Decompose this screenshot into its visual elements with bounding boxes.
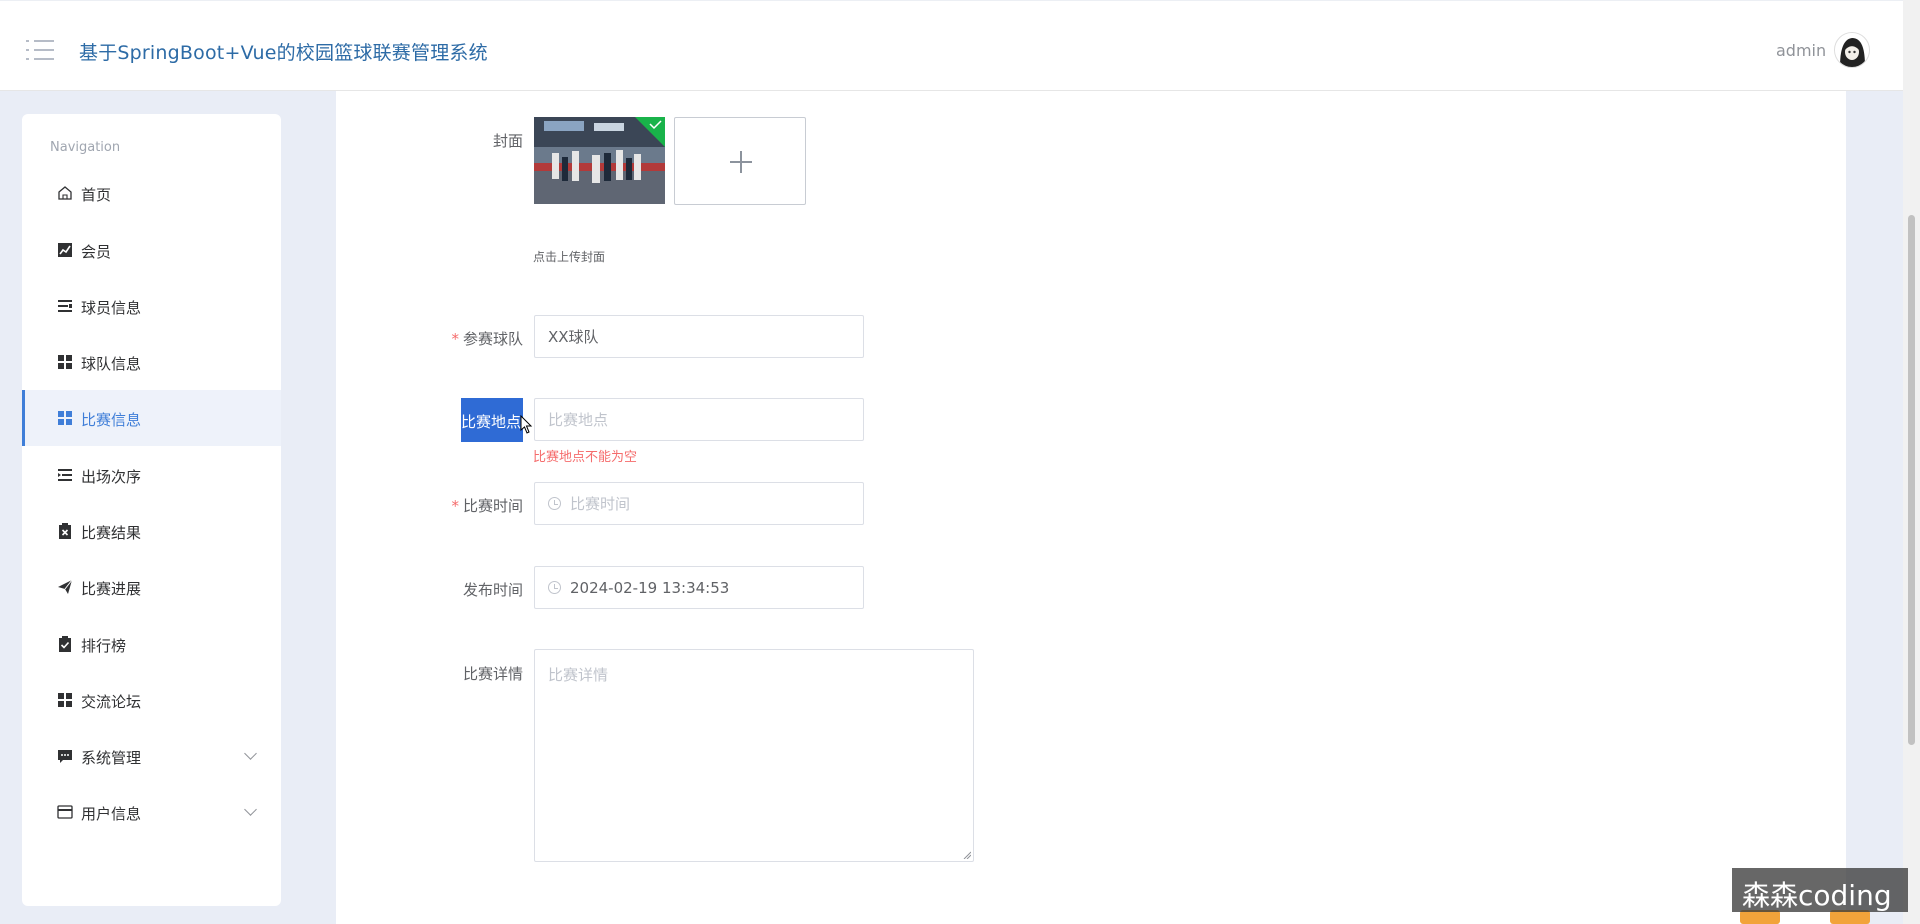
- grid-icon: [58, 693, 72, 707]
- nav-heading: Navigation: [50, 140, 121, 155]
- clipboard-check-icon: [59, 636, 71, 652]
- menu-toggle-icon[interactable]: [26, 37, 56, 63]
- sidebar-item-label: 比赛信息: [81, 411, 142, 429]
- sidebar-item-system[interactable]: 系统管理: [22, 728, 281, 784]
- time-picker[interactable]: 比赛时间: [534, 482, 864, 525]
- sidebar-item-label: 系统管理: [81, 749, 142, 767]
- sidebar-item-matches[interactable]: 比赛信息: [22, 390, 281, 446]
- sidebar-item-label: 首页: [81, 186, 112, 204]
- sidebar-item-label: 排行榜: [81, 637, 127, 655]
- chart-icon: [58, 243, 72, 257]
- page-scrollbar[interactable]: [1903, 0, 1920, 924]
- venue-label-selected: 比赛地点: [461, 398, 523, 442]
- chat-icon: [58, 750, 72, 763]
- sidebar-item-label: 比赛结果: [81, 524, 142, 542]
- publish-label: 发布时间: [462, 581, 523, 599]
- cover-image[interactable]: [534, 117, 665, 204]
- sidebar-item-progress[interactable]: 比赛进展: [22, 559, 281, 615]
- team-label: * 参赛球队: [451, 330, 523, 348]
- sidebar-item-lineup[interactable]: 出场次序: [22, 447, 281, 503]
- venue-input[interactable]: 比赛地点: [534, 398, 864, 441]
- time-label: * 比赛时间: [451, 497, 523, 515]
- sidebar-item-label: 球员信息: [81, 299, 142, 317]
- home-icon: [58, 186, 72, 200]
- team-input[interactable]: XX球队: [534, 315, 864, 358]
- list-icon: [58, 300, 72, 312]
- mouse-cursor-icon: [520, 415, 533, 434]
- grid-icon: [58, 355, 72, 369]
- user-name[interactable]: admin: [1776, 41, 1826, 60]
- details-textarea[interactable]: 比赛详情: [534, 649, 974, 862]
- sidebar-item-label: 出场次序: [81, 468, 142, 486]
- watermark: 森森coding: [1732, 868, 1908, 912]
- top-header: 基于SpringBoot+Vue的校园篮球联赛管理系统 admin: [0, 0, 1903, 91]
- sidebar-item-label: 比赛进展: [81, 580, 142, 598]
- upload-cover-button[interactable]: [674, 117, 806, 205]
- sidebar: Navigation 首页 会员 球员信息 球队信息 比赛信息 出场次序 比赛结…: [22, 114, 281, 906]
- avatar[interactable]: [1834, 32, 1870, 68]
- cover-label: 封面: [492, 132, 523, 150]
- resize-handle-icon[interactable]: [963, 851, 971, 859]
- chevron-down-icon: [244, 747, 257, 760]
- sidebar-item-ranking[interactable]: 排行榜: [22, 616, 281, 672]
- card-icon: [57, 805, 73, 819]
- publish-time-picker[interactable]: 2024-02-19 13:34:53: [534, 566, 864, 609]
- sidebar-item-label: 交流论坛: [81, 693, 142, 711]
- sidebar-item-home[interactable]: 首页: [22, 165, 281, 221]
- sidebar-item-members[interactable]: 会员: [22, 222, 281, 278]
- indent-icon: [58, 469, 72, 481]
- clipboard-x-icon: [59, 523, 71, 539]
- send-icon: [58, 579, 73, 594]
- sidebar-item-label: 会员: [81, 243, 112, 261]
- sidebar-item-players[interactable]: 球员信息: [22, 278, 281, 334]
- clock-icon: [548, 581, 561, 594]
- sidebar-item-results[interactable]: 比赛结果: [22, 503, 281, 559]
- sidebar-item-teams[interactable]: 球队信息: [22, 334, 281, 390]
- chevron-down-icon: [244, 803, 257, 816]
- venue-error: 比赛地点不能为空: [533, 450, 638, 465]
- app-title: 基于SpringBoot+Vue的校园篮球联赛管理系统: [79, 42, 488, 64]
- upload-hint: 点击上传封面: [533, 250, 606, 264]
- sidebar-item-forum[interactable]: 交流论坛: [22, 672, 281, 728]
- grid-icon: [58, 411, 72, 425]
- sidebar-item-label: 用户信息: [81, 805, 142, 823]
- sidebar-item-users[interactable]: 用户信息: [22, 784, 281, 840]
- clock-icon: [548, 497, 561, 510]
- sidebar-item-label: 球队信息: [81, 355, 142, 373]
- details-label: 比赛详情: [462, 665, 523, 683]
